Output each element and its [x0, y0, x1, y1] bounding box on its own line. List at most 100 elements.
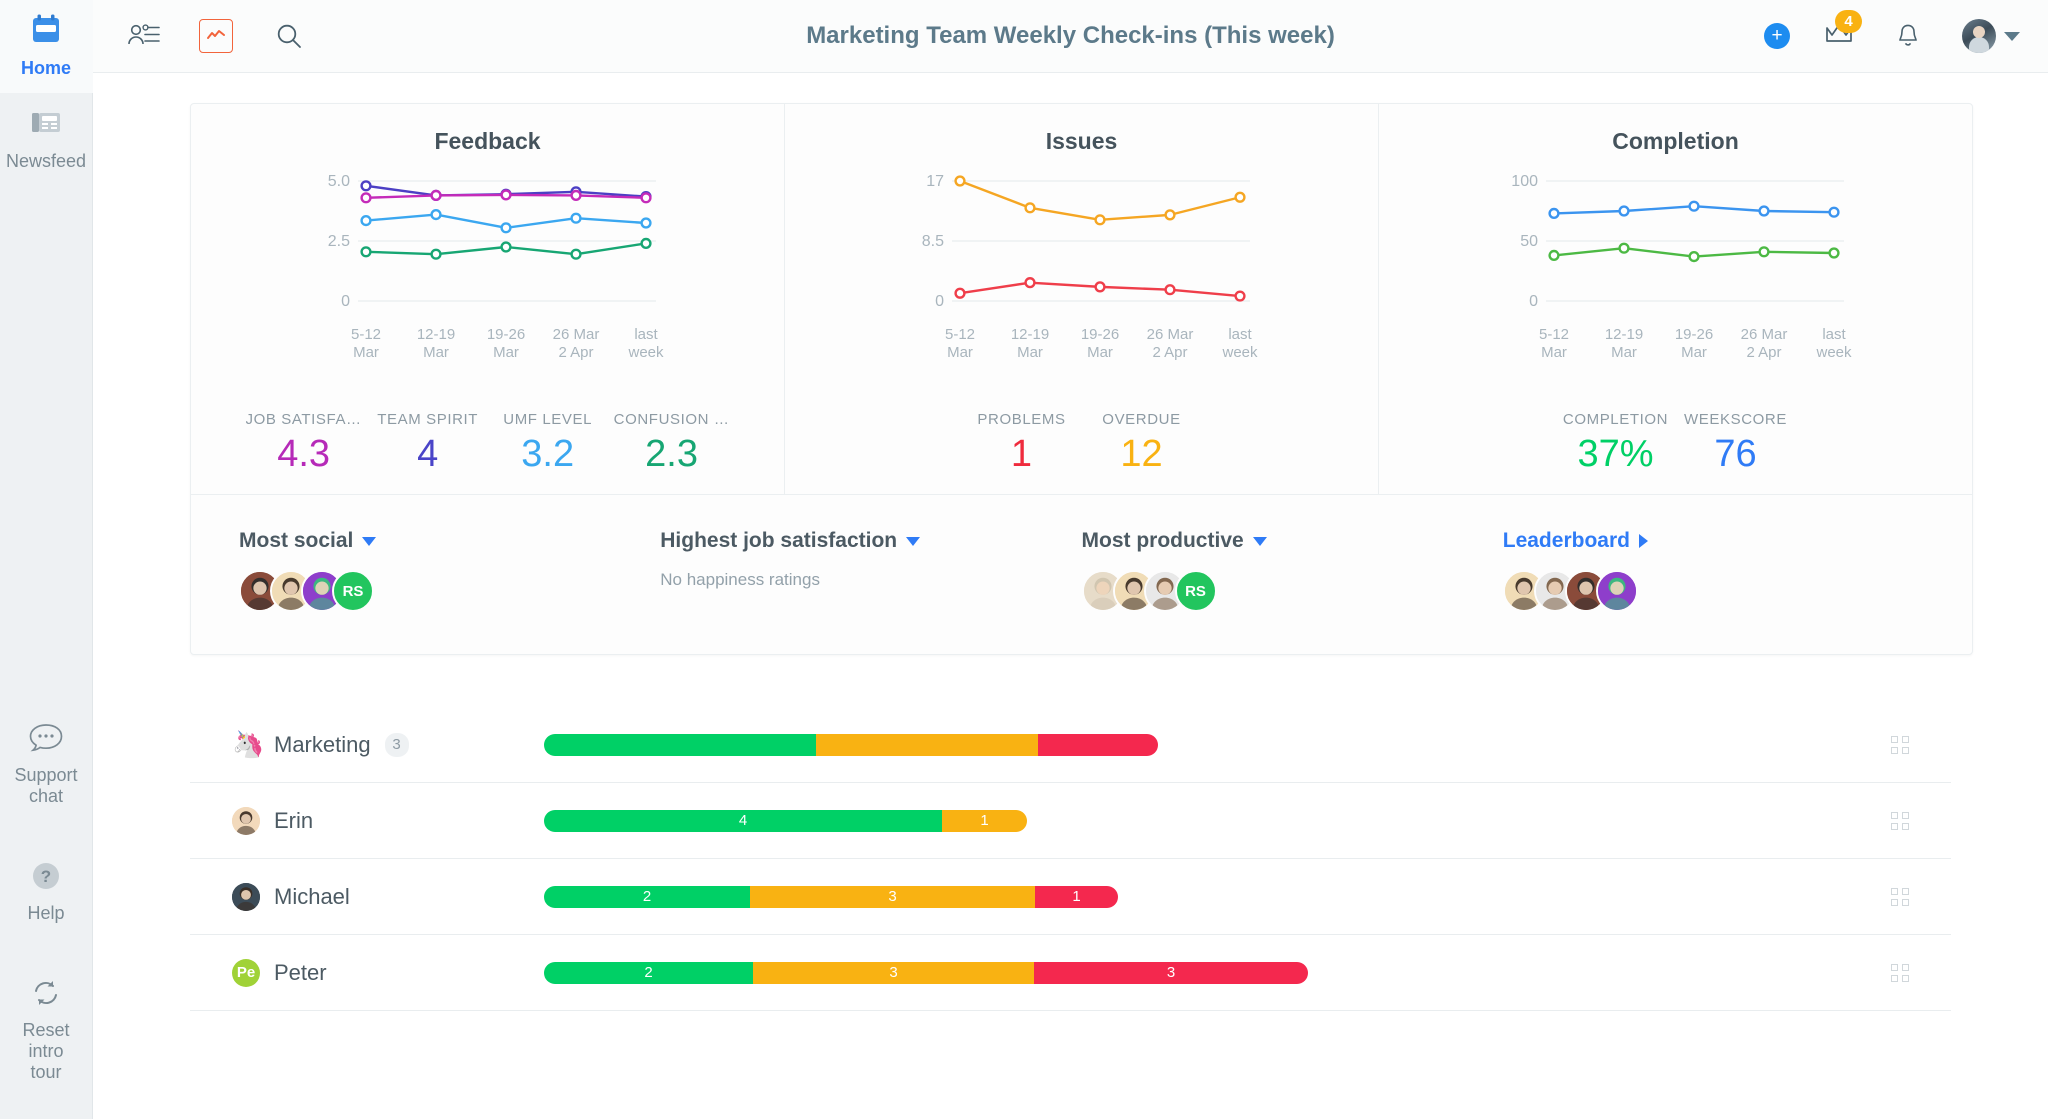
progress-segment[interactable]: 3: [1034, 961, 1308, 984]
svg-text:Mar: Mar: [947, 344, 973, 361]
highlight-header[interactable]: Leaderboard: [1503, 529, 1924, 553]
highlight-header[interactable]: Most productive: [1082, 529, 1503, 553]
sidebar-item-support-chat[interactable]: Support chat: [0, 711, 93, 821]
table-row[interactable]: Erin 4 1: [190, 783, 1951, 859]
progress-segment[interactable]: 3: [753, 961, 1034, 984]
svg-text:5.0: 5.0: [327, 173, 349, 190]
highlight-title[interactable]: Leaderboard: [1503, 529, 1630, 553]
metric-value: 2.3: [645, 433, 698, 475]
progress-segment[interactable]: 3: [750, 885, 1035, 908]
avatar-photo: [232, 882, 260, 911]
row-name: Erin: [274, 807, 314, 833]
highlight-title[interactable]: Most social: [239, 529, 353, 553]
avatar-initials: Pe: [236, 964, 256, 981]
rail-bottom-group: Support chat ? Help Reset intro tour: [0, 711, 93, 1119]
highlight-header[interactable]: Highest job satisfaction: [660, 529, 1081, 553]
stats-icon[interactable]: [199, 19, 233, 53]
svg-text:12-19: 12-19: [1604, 326, 1642, 343]
team-list-icon[interactable]: [123, 16, 163, 56]
svg-text:26 Mar: 26 Mar: [1146, 326, 1193, 343]
row-avatar[interactable]: [232, 882, 260, 911]
progress-segment[interactable]: [544, 733, 816, 756]
progress-segment[interactable]: 2: [544, 961, 753, 984]
refresh-icon: [30, 978, 62, 1013]
table-row[interactable]: Pe Peter 2 3 3: [190, 935, 1951, 1011]
chart-canvas-issues: 08.5175-12Mar12-19Mar19-26Mar26 Mar2 Apr…: [921, 173, 1257, 361]
notifications-bell-icon[interactable]: [1888, 16, 1928, 56]
sidebar-item-newsfeed[interactable]: Newsfeed: [0, 93, 93, 186]
page-title: Marketing Team Weekly Check-ins (This we…: [806, 22, 1335, 49]
avatar[interactable]: RS: [1174, 570, 1217, 612]
row-avatar[interactable]: [232, 806, 260, 835]
svg-text:2.5: 2.5: [327, 233, 349, 250]
svg-text:19-26: 19-26: [1674, 326, 1712, 343]
sidebar-item-reset-intro-tour-label: Reset intro tour: [22, 1020, 70, 1082]
svg-text:0: 0: [935, 293, 944, 310]
highlight-empty-text: No happiness ratings: [660, 570, 820, 589]
highlight-title[interactable]: Most productive: [1082, 529, 1244, 553]
sidebar-item-home[interactable]: Home: [0, 0, 93, 93]
avatar-photo: [232, 806, 260, 835]
expand-icon[interactable]: [1891, 811, 1909, 830]
search-icon[interactable]: [269, 16, 309, 56]
avatar-stack: RS: [239, 570, 660, 612]
svg-text:Mar: Mar: [1017, 344, 1043, 361]
sidebar-item-reset-intro-tour[interactable]: Reset intro tour: [0, 966, 93, 1097]
avatar[interactable]: RS: [332, 570, 374, 612]
highlight-title[interactable]: Highest job satisfaction: [660, 529, 897, 553]
metric-team-spirit: TEAM SPIRIT 4: [368, 411, 488, 478]
progress-bar[interactable]: 231: [544, 885, 1118, 908]
metric-value: 12: [1120, 433, 1163, 475]
main-area: Marketing Team Weekly Check-ins (This we…: [93, 0, 2048, 1119]
highlight-highest-job-satisfaction: Highest job satisfaction No happiness rat…: [660, 529, 1081, 612]
crown-rewards-button[interactable]: 4: [1824, 10, 1862, 51]
avatar[interactable]: [1595, 570, 1638, 612]
highlight-header[interactable]: Most social: [239, 529, 660, 553]
highlight-most-social: Most social RS: [239, 529, 660, 612]
chart-title-feedback: Feedback: [434, 128, 541, 154]
progress-bar[interactable]: 233: [544, 961, 1308, 984]
svg-text:17: 17: [926, 173, 944, 190]
user-menu[interactable]: [1962, 19, 2020, 53]
progress-bar[interactable]: 41: [544, 809, 1027, 832]
chevron-right-icon[interactable]: [1638, 534, 1648, 548]
row-name: Michael: [274, 883, 350, 909]
add-button[interactable]: +: [1764, 23, 1790, 49]
row-avatar[interactable]: Pe: [232, 958, 260, 987]
metric-label: WEEKSCORE: [1684, 411, 1787, 428]
chevron-down-icon[interactable]: [906, 536, 921, 546]
metric-value: 3.2: [521, 433, 575, 475]
expand-icon[interactable]: [1891, 735, 1909, 754]
progress-segment[interactable]: [816, 733, 1038, 756]
chat-bubble-icon: [28, 723, 64, 758]
chevron-down-icon[interactable]: [1252, 536, 1267, 546]
progress-segment[interactable]: 2: [544, 885, 750, 908]
avatar-initials: RS: [342, 582, 364, 600]
checkins-list: 🦄 Marketing 3 Erin 4 1 Michael 2 3 1 Pe Peter 2 3 3: [93, 707, 2048, 1011]
highlight-leaderboard: Leaderboard: [1502, 529, 1924, 612]
progress-segment[interactable]: 1: [942, 809, 1027, 832]
progress-bar[interactable]: [544, 733, 1158, 756]
expand-icon[interactable]: [1891, 887, 1909, 906]
avatar-initials: RS: [1185, 582, 1206, 600]
chart-completion: Completion 0 50 100 5-12 Mar 12-19 Mar 19-26 Mar…: [1378, 104, 1972, 494]
avatar: [1962, 19, 1996, 53]
progress-segment[interactable]: [1038, 733, 1158, 756]
metric-umf-level: UMF LEVEL 3.2: [488, 411, 608, 478]
expand-icon[interactable]: [1891, 963, 1909, 982]
svg-text:12-19: 12-19: [1010, 326, 1048, 343]
svg-text:last: last: [634, 326, 658, 343]
highlights-row: Most social RS Highest job satisfaction No …: [191, 495, 1972, 654]
chevron-down-icon[interactable]: [362, 536, 377, 546]
table-row[interactable]: Michael 2 3 1: [190, 859, 1951, 935]
svg-text:Mar: Mar: [1541, 344, 1567, 361]
table-row[interactable]: 🦄 Marketing 3: [190, 707, 1951, 783]
progress-segment[interactable]: 1: [1035, 885, 1118, 908]
progress-segment[interactable]: 4: [544, 809, 942, 832]
svg-text:0: 0: [1529, 293, 1538, 310]
sidebar-item-help[interactable]: ? Help: [0, 849, 93, 938]
sidebar-item-help-label: Help: [27, 903, 65, 923]
metric-problems: PROBLEMS 1: [962, 411, 1082, 478]
row-label: Michael: [190, 882, 510, 911]
metrics-issues: PROBLEMS 1 OVERDUE 12: [962, 411, 1202, 494]
